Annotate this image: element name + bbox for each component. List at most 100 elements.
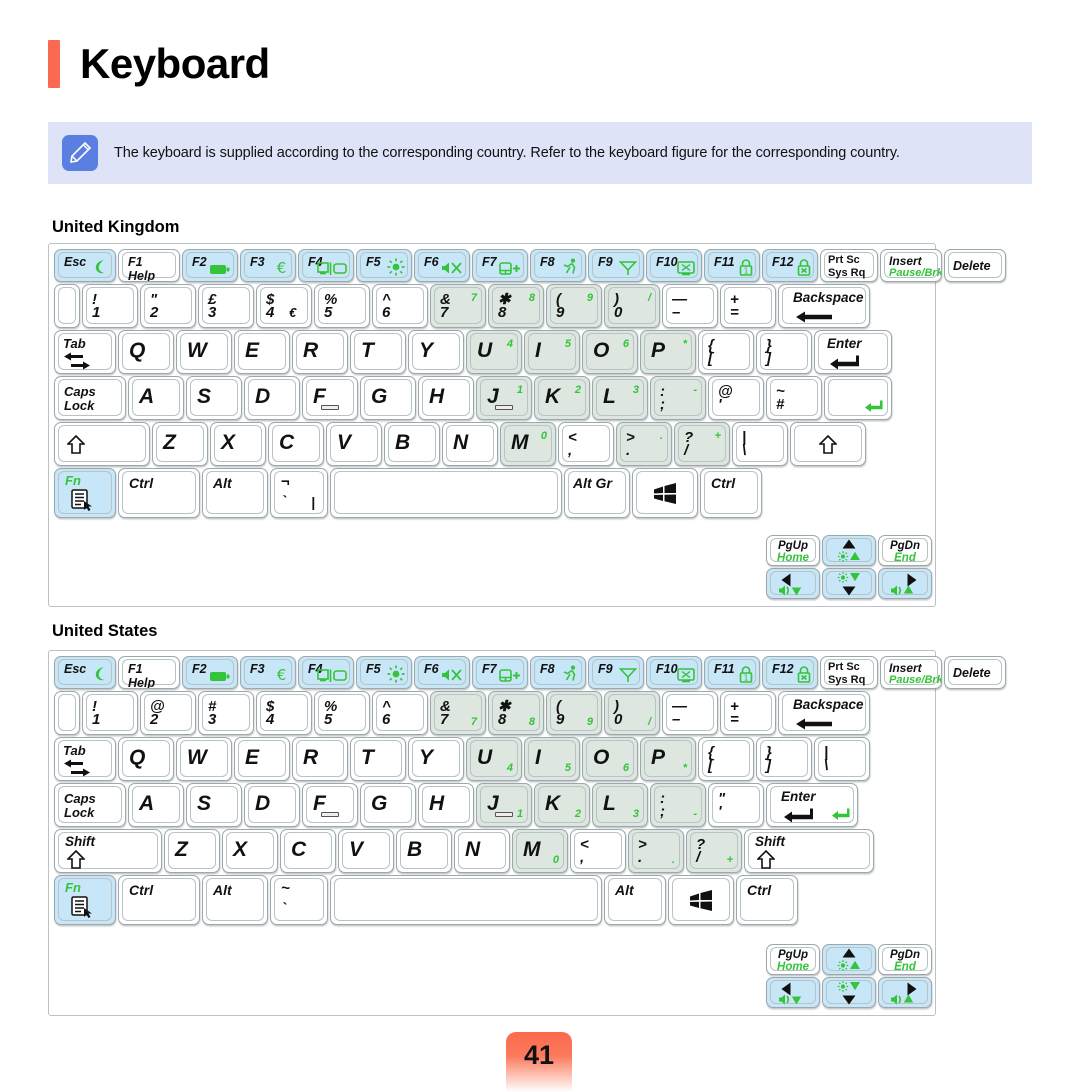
key-us-hm-9[interactable]: :; - [650,783,706,827]
key-uk-num-1[interactable]: " 2 [140,284,196,328]
key-us-bl-8[interactable]: >.. [628,829,684,873]
uk-key-space[interactable] [330,468,562,518]
us-key-alt-right[interactable]: Alt [604,875,666,925]
key-us-hm-5[interactable]: H [418,783,474,827]
uk-key-arrow-up[interactable] [822,535,876,566]
uk-key-f7[interactable]: F7 [472,249,528,282]
us-key-f1[interactable]: F1 Help [118,656,180,689]
us-key-esc[interactable]: Esc [54,656,116,689]
uk-key-arrow-left[interactable] [766,568,820,599]
uk-key-tab[interactable]: Tab [54,330,116,374]
us-key-f2[interactable]: F2 [182,656,238,689]
key-us-hm-0[interactable]: A [128,783,184,827]
key-uk-hm-3[interactable]: F [302,376,358,420]
us-key-f12[interactable]: F12 [762,656,818,689]
key-uk-num-0[interactable]: ! 1 [82,284,138,328]
us-key-f10[interactable]: F10 [646,656,702,689]
key-uk-qw-11[interactable]: }] [756,330,812,374]
us-key-tilde[interactable]: ~ ` [270,875,328,925]
us-key-f4[interactable]: F4 [298,656,354,689]
key-us-num-9[interactable]: ) 0/ [604,691,660,735]
key-uk-hm-11[interactable]: ~ # [766,376,822,420]
us-key-fn[interactable]: Fn [54,875,116,925]
key-us-hm-4[interactable]: G [360,783,416,827]
key-us-bl-3[interactable]: V [338,829,394,873]
key-us-bl-0[interactable]: Z [164,829,220,873]
key-uk-qw-6[interactable]: U4 [466,330,522,374]
us-key-space[interactable] [330,875,602,925]
key-uk-bl-0[interactable]: Z [152,422,208,466]
key-uk-hm-4[interactable]: G [360,376,416,420]
key-us-qw-11[interactable]: }] [756,737,812,781]
us-key-alt-left[interactable]: Alt [202,875,268,925]
us-key-f8[interactable]: F8 [530,656,586,689]
us-key-enter[interactable]: Enter [766,783,858,827]
key-us-num-6[interactable]: & 7 7 [430,691,486,735]
key-uk-qw-1[interactable]: W [176,330,232,374]
us-key-arrow-right[interactable] [878,977,932,1008]
us-key-prtsc[interactable]: Prt Sc Sys Rq [820,656,878,689]
key-uk-qw-10[interactable]: {[ [698,330,754,374]
key-us-hm-3[interactable]: F [302,783,358,827]
key-us-bl-7[interactable]: <, [570,829,626,873]
key-us-hm-2[interactable]: D [244,783,300,827]
key-us-num-3[interactable]: $4 [256,691,312,735]
us-key-backspace[interactable]: Backspace [778,691,870,735]
uk-key-altgr[interactable]: Alt Gr [564,468,630,518]
key-uk-num-3[interactable]: $4 € [256,284,312,328]
key-uk-qw-3[interactable]: R [292,330,348,374]
key-us-qw-4[interactable]: T [350,737,406,781]
us-key-capslock[interactable]: Caps Lock [54,783,126,827]
uk-key-fn[interactable]: Fn [54,468,116,518]
key-us-num-4[interactable]: % 5 [314,691,370,735]
key-us-num-2[interactable]: #3 [198,691,254,735]
key-us-hm-6[interactable]: J1 [476,783,532,827]
key-uk-bl-9[interactable]: ? / + [674,422,730,466]
uk-key-f9[interactable]: F9 [588,249,644,282]
key-uk-qw-7[interactable]: I5 [524,330,580,374]
uk-key-f4[interactable]: F4 [298,249,354,282]
key-uk-hm-2[interactable]: D [244,376,300,420]
key-uk-hm-0[interactable]: A [128,376,184,420]
key-us-num-0[interactable]: ! 1 [82,691,138,735]
us-key-shift-left[interactable]: Shift [54,829,162,873]
key-us-qw-8[interactable]: O6 [582,737,638,781]
key-uk-hm-5[interactable]: H [418,376,474,420]
key-us-bl-1[interactable]: X [222,829,278,873]
uk-key-arrow-right[interactable] [878,568,932,599]
us-key-tab[interactable]: Tab [54,737,116,781]
key-us-num-1[interactable]: @2 [140,691,196,735]
key-uk-hm-10[interactable]: @ ' [708,376,764,420]
uk-key-pgdn[interactable]: PgDn End [878,535,932,566]
key-uk-qw-9[interactable]: P * [640,330,696,374]
us-key-pgdn[interactable]: PgDn End [878,944,932,975]
us-key-arrow-down[interactable] [822,977,876,1008]
key-us-qw-7[interactable]: I5 [524,737,580,781]
uk-key-ctrl-left[interactable]: Ctrl [118,468,200,518]
uk-key-notbackslash[interactable]: ¬ ` | [270,468,328,518]
key-uk-bl-2[interactable]: C [268,422,324,466]
key-uk-num-7[interactable]: ✱ 8 8 [488,284,544,328]
uk-key-capslock[interactable]: Caps Lock [54,376,126,420]
key-us-qw-5[interactable]: Y [408,737,464,781]
uk-key-ctrl-right[interactable]: Ctrl [700,468,762,518]
uk-key-pgup[interactable]: PgUp Home [766,535,820,566]
uk-key-shift-right[interactable] [790,422,866,466]
key-uk-qw-0[interactable]: Q [118,330,174,374]
key-us-qw-3[interactable]: R [292,737,348,781]
uk-key-backtick[interactable] [54,284,80,328]
key-us-num-5[interactable]: ^ 6 [372,691,428,735]
key-uk-hm-8[interactable]: L3 [592,376,648,420]
key-us-hm-7[interactable]: K2 [534,783,590,827]
uk-key-delete[interactable]: Delete [944,249,1006,282]
us-key-arrow-up[interactable] [822,944,876,975]
us-key-f3[interactable]: F3 € [240,656,296,689]
uk-key-f10[interactable]: F10 [646,249,702,282]
uk-key-enter[interactable]: Enter [814,330,892,374]
us-key-insert[interactable]: Insert Pause/Brk [880,656,942,689]
key-uk-num-10[interactable]: — – [662,284,718,328]
key-uk-hm-9[interactable]: :; - [650,376,706,420]
key-us-hm-8[interactable]: L3 [592,783,648,827]
us-key-f9[interactable]: F9 [588,656,644,689]
key-uk-hm-1[interactable]: S [186,376,242,420]
